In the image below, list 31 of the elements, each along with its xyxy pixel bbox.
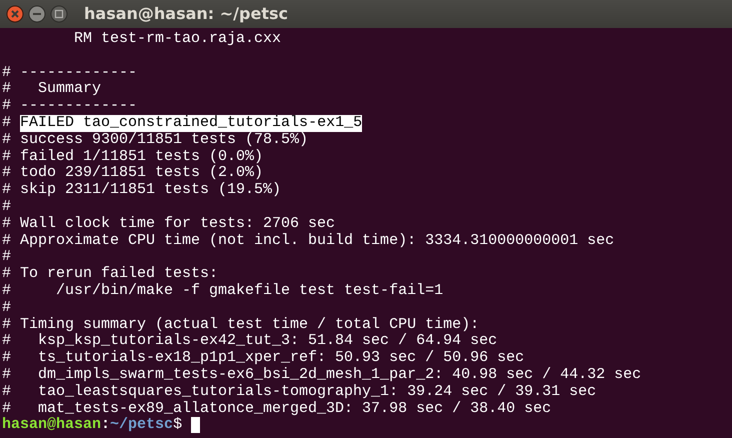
output-line: # failed 1/11851 tests (0.0%)	[2, 148, 264, 165]
output-line: # todo 239/11851 tests (2.0%)	[2, 165, 264, 182]
output-line: # Approximate CPU time (not incl. build time): 3334.310000000001 sec	[2, 232, 614, 250]
minimize-icon[interactable]	[28, 5, 46, 23]
output-line: RM test-rm-tao.raja.cxx	[73, 31, 282, 48]
output-line: # Summary	[2, 81, 102, 98]
output-line: # skip 2311/11851 tests (19.5%)	[2, 182, 282, 199]
output-line: # -------------	[2, 98, 138, 115]
maximize-icon[interactable]	[50, 5, 68, 23]
window-title: hasan@hasan: ~/petsc	[84, 3, 288, 25]
output-line: #	[2, 249, 12, 266]
output-line: #	[2, 300, 12, 317]
output-line: # tao_leastsquares_tutorials-tomography_1: 39.24 sec / 39.31 sec	[2, 384, 596, 401]
output-line: #	[2, 198, 12, 216]
prompt-separator: :	[101, 417, 110, 434]
cursor	[191, 417, 200, 434]
prompt-symbol: $	[173, 417, 182, 434]
output-line: # dm_impls_swarm_tests-ex6_bsi_2d_mesh_1_par_2: 40.98 sec / 44.32 sec	[2, 366, 642, 384]
prompt-user: hasan@hasan	[2, 417, 102, 434]
output-line: # Wall clock time for tests: 2706 sec	[2, 216, 336, 233]
close-icon[interactable]	[6, 5, 24, 23]
output-line: # /usr/bin/make -f gmakefile test test-fail=1	[2, 282, 444, 300]
output-line: # success 9300/11851 tests (78.5%)	[2, 132, 308, 149]
output-line: # ts_tutorials-ex18_p1p1_xper_ref: 50.93 sec / 50.96 sec	[2, 350, 524, 367]
comment-mark: #	[2, 114, 12, 132]
output-line: # -------------	[2, 64, 138, 82]
output-line: # ksp_ksp_tutorials-ex42_tut_3: 51.84 sec / 64.94 sec	[2, 333, 498, 350]
output-line: # mat_tests-ex89_allatonce_merged_3D: 37.98 sec / 38.40 sec	[2, 400, 552, 417]
output-line: # To rerun failed tests:	[2, 266, 218, 283]
prompt-path: ~/petsc	[110, 417, 174, 434]
output-line: # Timing summary (actual test time / total CPU time):	[2, 316, 480, 333]
